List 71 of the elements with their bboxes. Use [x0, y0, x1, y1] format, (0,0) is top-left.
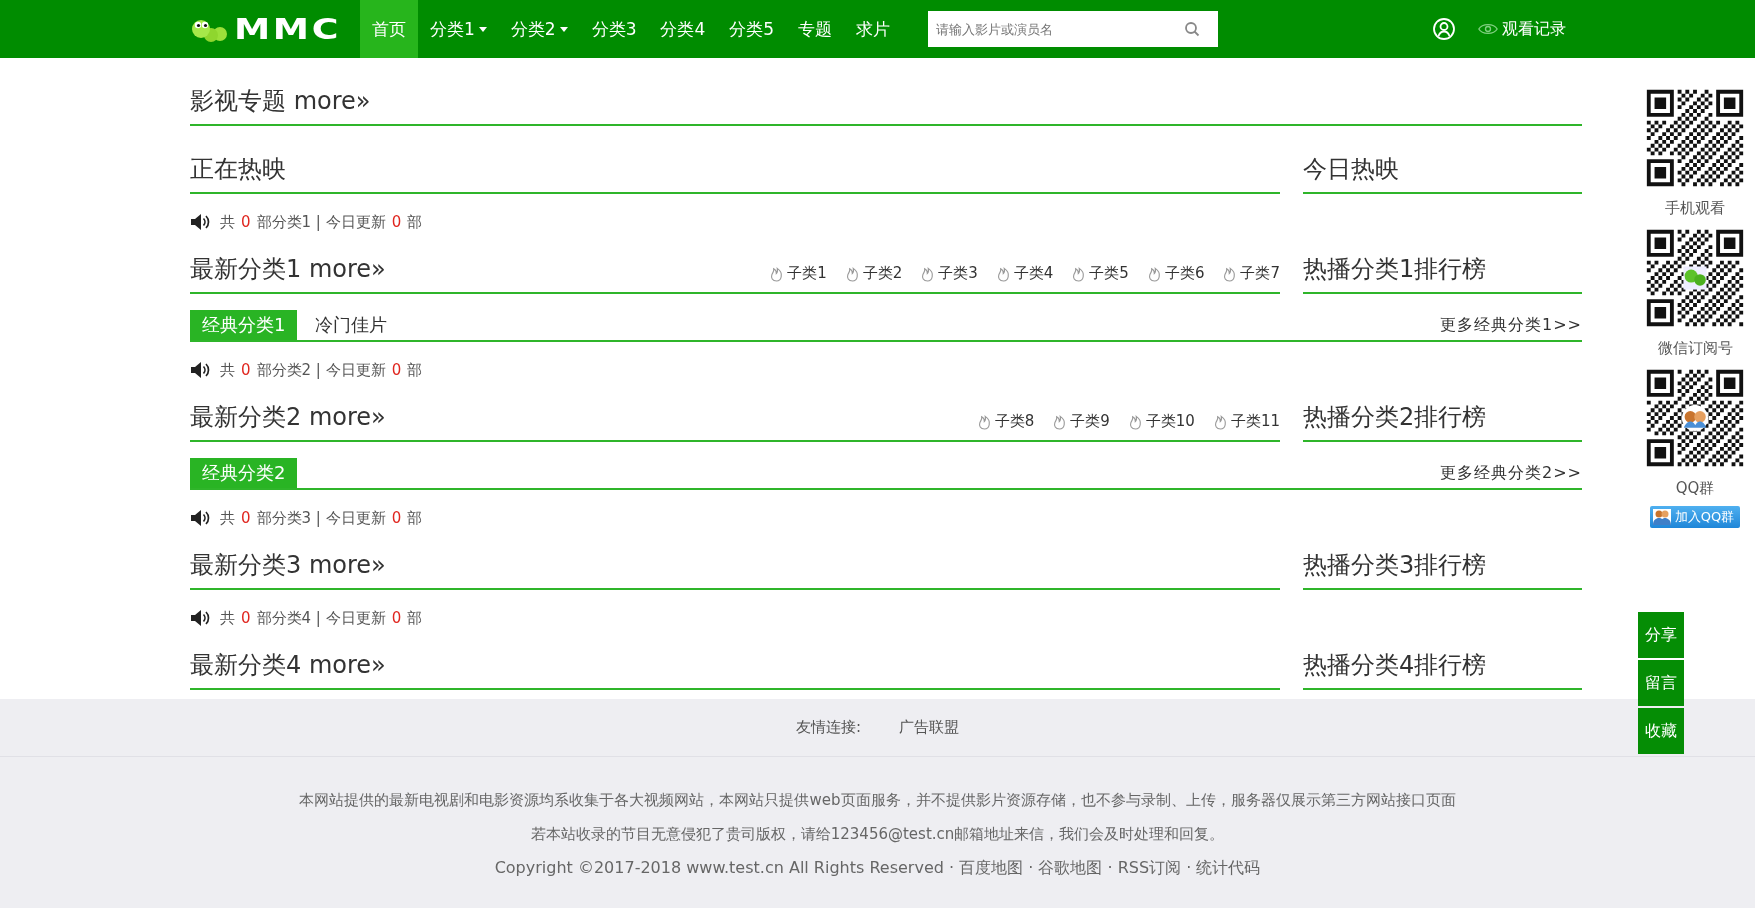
section-title[interactable]: 最新分类4 more»	[190, 649, 386, 681]
nav-link[interactable]: 分类4	[648, 0, 718, 58]
speaker-icon	[190, 213, 210, 231]
nav-link[interactable]: 分类3	[579, 0, 649, 58]
qr-caption: QQ群	[1675, 478, 1715, 499]
float-button[interactable]: 分享	[1638, 612, 1684, 658]
flame-icon	[1052, 412, 1068, 430]
user-icon[interactable]	[1432, 17, 1456, 41]
flame-icon	[1212, 412, 1228, 430]
flame-icon	[1222, 264, 1238, 282]
subcategory-link[interactable]: 子类4	[995, 263, 1054, 283]
section-title: 热播分类3排行榜	[1303, 550, 1487, 581]
subcategory-link[interactable]: 子类7	[1222, 263, 1280, 283]
copyright-text: Copyright ©2017-2018 www.test.cn All Rights Reserved · 百度地图 · 谷歌地图 · RSS订阅 · 统计代码	[493, 857, 1262, 879]
flame-icon	[1146, 264, 1162, 282]
nav-link[interactable]: 分类5	[717, 0, 787, 58]
search-icon[interactable]	[1184, 21, 1201, 37]
subcategory-link[interactable]: 子类2	[844, 263, 903, 283]
section-title[interactable]: 最新分类2 more»	[190, 401, 386, 433]
links-label: 友情连接:	[795, 718, 862, 737]
section-title: 热播分类4排行榜	[1303, 650, 1487, 681]
subcategory-link[interactable]: 子类5	[1071, 263, 1129, 283]
float-button[interactable]: 留言	[1638, 660, 1684, 706]
flame-icon	[1071, 264, 1087, 282]
flame-icon	[976, 412, 992, 430]
stats-text: 共 0 部分类2 | 今日更新 0 部	[220, 360, 424, 380]
speaker-icon	[190, 609, 210, 627]
people-icon	[1652, 509, 1671, 525]
subcategory-link[interactable]: 子类11	[1212, 411, 1280, 431]
eye-icon	[1478, 22, 1498, 36]
flame-icon	[995, 264, 1011, 282]
stats-text: 共 0 部分类3 | 今日更新 0 部	[220, 508, 424, 528]
subcategory-link[interactable]: 子类1	[769, 263, 827, 283]
search-field[interactable]: 请输入影片或演员名	[928, 11, 1219, 47]
caret-icon	[478, 26, 487, 32]
subcategory-link[interactable]: 子类8	[976, 411, 1035, 431]
classic-tab[interactable]: 冷门佳片	[303, 310, 400, 340]
subcategory-link[interactable]: 子类9	[1052, 411, 1110, 431]
notice-text: 若本站收录的节目无意侵犯了贵司版权，请给123456@test.cn邮箱地址来信，我们会及时处理和回复。	[529, 824, 1226, 845]
section-title[interactable]: 最新分类1 more»	[190, 253, 386, 285]
flame-icon	[1127, 412, 1143, 430]
subcategory-link[interactable]: 子类10	[1127, 411, 1195, 431]
speaker-icon	[190, 361, 210, 379]
notice-text: 本网站提供的最新电视剧和电影资源均系收集于各大视频网站，本网站只提供web页面服务，并不提供影片资源存储，也不参与录制、上传，服务器仅展示第三方网站接口页面	[298, 790, 1457, 811]
flame-icon	[920, 264, 936, 282]
qr-caption: 微信订阅号	[1657, 338, 1733, 359]
subcategory-link[interactable]: 子类6	[1146, 263, 1205, 283]
nav-link[interactable]: 分类2	[498, 0, 580, 58]
caret-icon	[559, 26, 568, 32]
section-title: 正在热映	[190, 154, 286, 185]
stats-text: 共 0 部分类1 | 今日更新 0 部	[220, 212, 424, 232]
more-link[interactable]: 更多经典分类1>>	[1440, 315, 1582, 340]
section-title: 今日热映	[1303, 154, 1399, 185]
flame-icon	[844, 264, 860, 282]
nav-link[interactable]: 专题	[786, 0, 845, 58]
section-title[interactable]: 影视专题 more»	[190, 85, 371, 117]
nav-link[interactable]: 分类1	[418, 0, 499, 58]
qr-caption: 手机观看	[1665, 198, 1725, 219]
more-link[interactable]: 更多经典分类2>>	[1440, 463, 1582, 488]
friend-link[interactable]: 广告联盟	[899, 718, 960, 737]
section-title: 热播分类2排行榜	[1303, 402, 1487, 433]
subcategory-link[interactable]: 子类3	[920, 263, 978, 283]
section-title[interactable]: 最新分类3 more»	[190, 549, 386, 581]
history-link[interactable]: 观看记录	[1478, 18, 1566, 40]
stats-text: 共 0 部分类4 | 今日更新 0 部	[220, 608, 424, 628]
section-title: 热播分类1排行榜	[1303, 254, 1487, 285]
nav-link[interactable]: 求片	[844, 0, 903, 58]
speaker-icon	[190, 509, 210, 527]
site-logo[interactable]: MMC	[190, 12, 360, 46]
float-button[interactable]: 收藏	[1638, 708, 1684, 754]
flame-icon	[769, 264, 785, 282]
